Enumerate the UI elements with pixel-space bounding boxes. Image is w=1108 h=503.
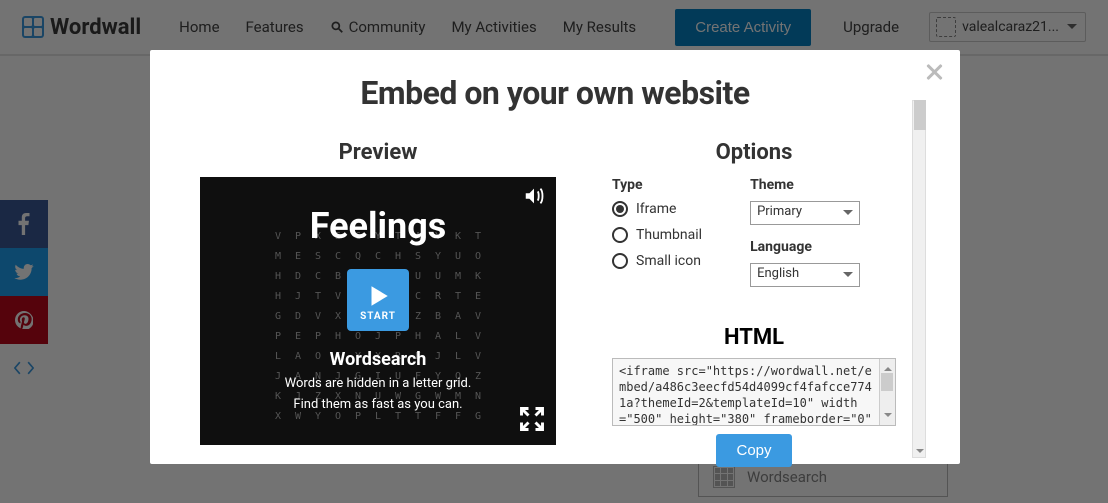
html-heading: HTML bbox=[612, 325, 896, 350]
type-option-iframe[interactable]: Iframe bbox=[612, 201, 702, 217]
scroll-down-icon[interactable] bbox=[914, 444, 926, 458]
options-heading: Options bbox=[612, 140, 896, 165]
embed-code-textarea[interactable]: <iframe src="https://wordwall.net/embed/… bbox=[612, 358, 896, 426]
code-scroll-thumb[interactable] bbox=[881, 373, 893, 391]
type-label: Type bbox=[612, 177, 702, 193]
theme-label: Theme bbox=[750, 177, 860, 193]
activity-title: Feelings bbox=[200, 205, 556, 247]
close-icon[interactable] bbox=[922, 60, 946, 84]
type-option-thumbnail[interactable]: Thumbnail bbox=[612, 227, 702, 243]
template-desc-1: Words are hidden in a letter grid. bbox=[200, 376, 556, 391]
copy-button[interactable]: Copy bbox=[716, 434, 791, 467]
radio-icon bbox=[612, 201, 628, 217]
options-column: Options Type Iframe Thumbnail Small icon… bbox=[612, 140, 944, 467]
preview-column: Preview VPXSGYTAYKTMESCQCHSYUOHDCBNXYUUM… bbox=[200, 140, 556, 467]
type-option-small-icon[interactable]: Small icon bbox=[612, 253, 702, 269]
preview-heading: Preview bbox=[200, 140, 556, 165]
theme-select[interactable]: Primary bbox=[750, 201, 860, 225]
language-label: Language bbox=[750, 239, 860, 255]
scrollbar-thumb[interactable] bbox=[914, 100, 926, 130]
template-name: Wordsearch bbox=[200, 349, 556, 370]
embed-code-text: <iframe src="https://wordwall.net/embed/… bbox=[619, 364, 872, 426]
radio-icon bbox=[612, 253, 628, 269]
language-select[interactable]: English bbox=[750, 263, 860, 287]
modal-title: Embed on your own website bbox=[150, 74, 960, 112]
embed-modal: Embed on your own website Preview VPXSGY… bbox=[150, 50, 960, 464]
start-label: START bbox=[360, 311, 396, 322]
start-button[interactable]: START bbox=[347, 269, 409, 331]
radio-icon bbox=[612, 227, 628, 243]
code-scrollbar[interactable] bbox=[879, 359, 895, 425]
template-desc-2: Find them as fast as you can. bbox=[200, 397, 556, 412]
activity-preview: VPXSGYTAYKTMESCQCHSYUOHDCBNXYUUMKHJTVXEG… bbox=[200, 177, 556, 445]
